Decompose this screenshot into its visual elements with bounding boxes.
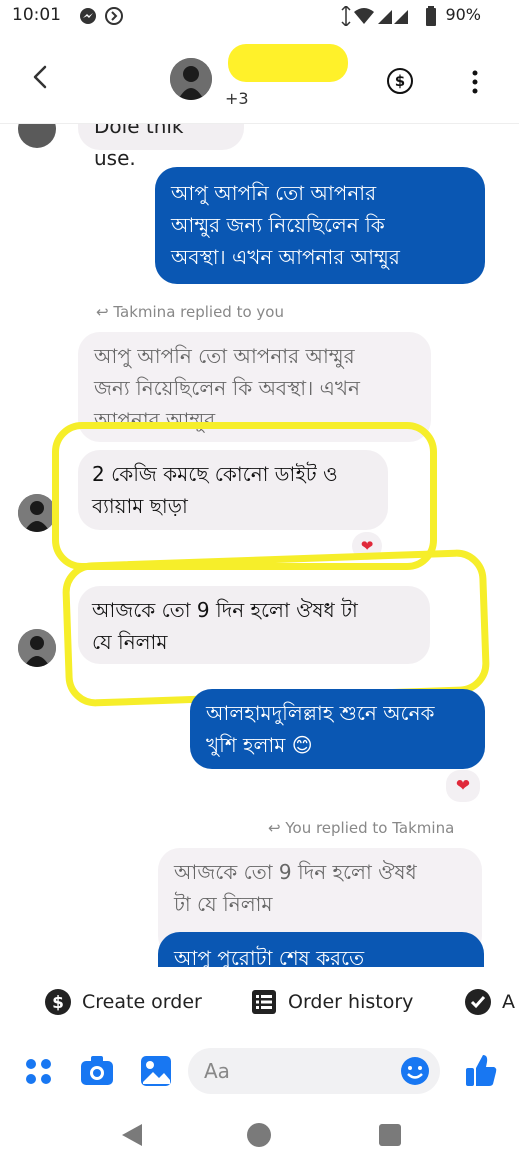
message-line: আপু আপনি তো আপনার bbox=[171, 181, 377, 205]
apps-menu-icon[interactable] bbox=[24, 1057, 54, 1087]
status-time: 10:01 bbox=[12, 5, 61, 25]
outgoing-message-1[interactable]: আপু আপনি তো আপনার আম্মুর জন্য নিয়েছিলেন… bbox=[155, 167, 485, 284]
message-line: অবস্থা। এখন আপনার আম্মুর bbox=[171, 245, 400, 269]
gallery-icon[interactable] bbox=[140, 1055, 172, 1087]
reply-arrow-icon: ↩ bbox=[268, 819, 286, 837]
emoji-icon[interactable] bbox=[400, 1056, 430, 1086]
message-line: আলহামদুলিল্লাহ শুনে অনেক bbox=[206, 701, 435, 725]
highlight-annotation bbox=[61, 548, 491, 708]
status-bar: 10:01 90% bbox=[0, 0, 519, 32]
message-bubble-cutoff[interactable]: Dole thik use. bbox=[78, 124, 244, 170]
battery-percent: 90% bbox=[445, 5, 481, 24]
sender-avatar[interactable] bbox=[18, 494, 56, 532]
svg-text:$: $ bbox=[52, 993, 64, 1013]
avatar-photo-icon bbox=[18, 494, 56, 532]
list-document-icon bbox=[252, 990, 276, 1014]
sender-avatar[interactable] bbox=[18, 124, 56, 148]
heart-reaction[interactable]: ❤ bbox=[446, 770, 480, 802]
reply-label-text: Takmina replied to you bbox=[113, 303, 284, 321]
avatar-photo-icon bbox=[170, 58, 212, 100]
message-composer: Aa bbox=[0, 1040, 519, 1102]
highlight-annotation bbox=[52, 422, 437, 570]
reply-arrow-icon: ↩ bbox=[96, 303, 114, 321]
back-arrow-icon[interactable] bbox=[26, 62, 56, 92]
dollar-circle-icon: $ bbox=[45, 989, 71, 1015]
do-not-disturb-icon bbox=[105, 7, 123, 25]
battery-icon bbox=[426, 6, 436, 26]
message-line: খুশি হলাম 😊 bbox=[206, 733, 313, 757]
message-line: আম্মুর জন্য নিয়েছিলেন কি bbox=[171, 213, 385, 237]
signal-wifi-icons bbox=[341, 6, 408, 26]
quote-line: আজকে তো 9 দিন হলো ঔষধ bbox=[174, 860, 417, 884]
sender-avatar[interactable] bbox=[18, 629, 56, 667]
check-circle-icon bbox=[465, 989, 491, 1015]
message-thread[interactable]: Dole thik use. আপু আপনি তো আপনার আম্মুর … bbox=[0, 124, 519, 967]
participants-count: +3 bbox=[225, 89, 249, 108]
group-avatar[interactable] bbox=[170, 58, 212, 100]
avatar-photo-icon bbox=[18, 629, 56, 667]
message-text: Dole thik use. bbox=[94, 124, 184, 170]
nav-home-icon[interactable] bbox=[246, 1122, 272, 1148]
more-options-icon[interactable] bbox=[470, 70, 480, 94]
quote-line: জন্য নিয়েছিলেন কি অবস্থা। এখন bbox=[94, 376, 360, 400]
messenger-notification-icon bbox=[80, 8, 96, 24]
quote-line: টা যে নিলাম bbox=[174, 892, 273, 916]
payments-dollar-icon[interactable]: $ bbox=[387, 68, 413, 94]
third-action-button[interactable]: A bbox=[464, 987, 515, 1017]
reply-label-text: You replied to Takmina bbox=[285, 819, 455, 837]
order-history-button[interactable]: Order history bbox=[250, 987, 413, 1017]
outgoing-message-2[interactable]: আলহামদুলিল্লাহ শুনে অনেক খুশি হলাম 😊 bbox=[190, 689, 485, 769]
thumbs-up-icon[interactable] bbox=[464, 1052, 498, 1088]
chat-header: +3 $ bbox=[0, 32, 519, 124]
nav-back-icon[interactable] bbox=[118, 1122, 144, 1148]
reply-label: ↩ You replied to Takmina bbox=[268, 819, 454, 837]
outgoing-message-3[interactable]: আপু পুরোটা শেষ করতে bbox=[158, 932, 484, 967]
third-action-label: A bbox=[502, 991, 515, 1013]
system-nav-bar bbox=[0, 1105, 519, 1162]
nav-recents-icon[interactable] bbox=[378, 1123, 402, 1147]
camera-icon[interactable] bbox=[80, 1055, 114, 1087]
create-order-button[interactable]: $ Create order bbox=[44, 987, 202, 1017]
quick-actions-bar: $ Create order Order history A bbox=[0, 972, 519, 1030]
message-input-placeholder: Aa bbox=[204, 1059, 230, 1083]
reply-label: ↩ Takmina replied to you bbox=[96, 303, 284, 321]
quote-line: আপু আপনি তো আপনার আম্মুর bbox=[94, 344, 355, 368]
redacted-contact-name[interactable] bbox=[228, 44, 348, 82]
order-history-label: Order history bbox=[288, 991, 414, 1013]
message-line: আপু পুরোটা শেষ করতে bbox=[174, 946, 365, 967]
create-order-label: Create order bbox=[82, 991, 202, 1013]
